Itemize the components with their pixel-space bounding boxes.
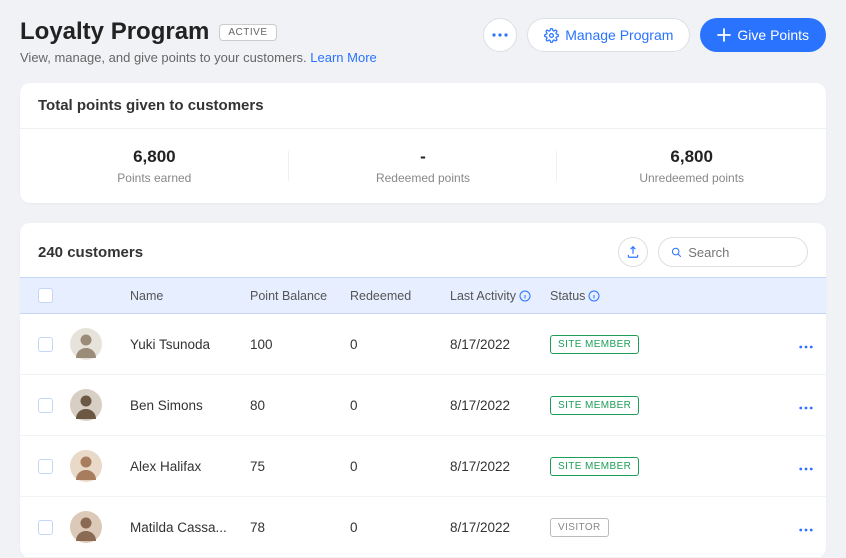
stat-unredeemed-points: 6,800 Unredeemed points xyxy=(557,147,826,185)
manage-program-button[interactable]: Manage Program xyxy=(527,18,690,52)
cell-status: SITE MEMBER xyxy=(550,457,680,476)
status-badge: ACTIVE xyxy=(219,24,276,41)
select-all-checkbox[interactable] xyxy=(38,288,53,303)
cell-status: SITE MEMBER xyxy=(550,396,680,415)
cell-name: Ben Simons xyxy=(130,398,250,413)
row-more-button[interactable] xyxy=(786,398,826,413)
row-checkbox[interactable] xyxy=(38,520,53,535)
search-input-wrap[interactable] xyxy=(658,237,808,267)
avatar xyxy=(70,450,102,482)
column-name[interactable]: Name xyxy=(130,289,250,303)
cell-balance: 75 xyxy=(250,459,350,474)
gear-icon xyxy=(544,28,559,43)
table-row[interactable]: Ben Simons 80 0 8/17/2022 SITE MEMBER xyxy=(20,375,826,436)
ellipsis-icon xyxy=(799,528,813,532)
customers-table-card: 240 customers Name Point Balance Redeeme… xyxy=(20,223,826,558)
cell-balance: 100 xyxy=(250,337,350,352)
avatar xyxy=(70,389,102,421)
column-redeemed[interactable]: Redeemed xyxy=(350,289,450,303)
customer-count: 240 customers xyxy=(38,244,143,261)
table-row[interactable]: Matilda Cassa... 78 0 8/17/2022 VISITOR xyxy=(20,497,826,558)
plus-icon xyxy=(717,28,731,42)
learn-more-link[interactable]: Learn More xyxy=(310,50,376,65)
stats-card: Total points given to customers 6,800 Po… xyxy=(20,83,826,203)
row-more-button[interactable] xyxy=(786,337,826,352)
cell-name: Alex Halifax xyxy=(130,459,250,474)
cell-status: SITE MEMBER xyxy=(550,335,680,354)
row-more-button[interactable] xyxy=(786,459,826,474)
table-row[interactable]: Yuki Tsunoda 100 0 8/17/2022 SITE MEMBER xyxy=(20,314,826,375)
cell-balance: 78 xyxy=(250,520,350,535)
cell-status: VISITOR xyxy=(550,518,680,537)
stat-redeemed-points: - Redeemed points xyxy=(289,147,558,185)
table-body: Yuki Tsunoda 100 0 8/17/2022 SITE MEMBER… xyxy=(20,314,826,558)
page-subtitle: View, manage, and give points to your cu… xyxy=(20,50,377,65)
search-input[interactable] xyxy=(688,245,795,260)
cell-last-activity: 8/17/2022 xyxy=(450,337,550,352)
info-icon xyxy=(588,290,600,302)
cell-balance: 80 xyxy=(250,398,350,413)
cell-name: Yuki Tsunoda xyxy=(130,337,250,352)
cell-redeemed: 0 xyxy=(350,459,450,474)
page-title: Loyalty Program xyxy=(20,18,209,46)
cell-last-activity: 8/17/2022 xyxy=(450,459,550,474)
row-checkbox[interactable] xyxy=(38,459,53,474)
row-checkbox[interactable] xyxy=(38,337,53,352)
ellipsis-icon xyxy=(492,33,508,37)
cell-redeemed: 0 xyxy=(350,337,450,352)
stat-points-earned: 6,800 Points earned xyxy=(20,147,289,185)
cell-name: Matilda Cassa... xyxy=(130,520,250,535)
cell-last-activity: 8/17/2022 xyxy=(450,520,550,535)
cell-redeemed: 0 xyxy=(350,520,450,535)
stats-card-title: Total points given to customers xyxy=(20,83,826,129)
more-actions-button[interactable] xyxy=(483,18,517,52)
search-icon xyxy=(671,246,682,259)
row-more-button[interactable] xyxy=(786,520,826,535)
avatar xyxy=(70,511,102,543)
export-button[interactable] xyxy=(618,237,648,267)
column-balance[interactable]: Point Balance xyxy=(250,289,350,303)
give-points-button[interactable]: Give Points xyxy=(700,18,826,52)
page-header: Loyalty Program ACTIVE View, manage, and… xyxy=(20,18,826,65)
cell-redeemed: 0 xyxy=(350,398,450,413)
export-icon xyxy=(626,245,640,259)
table-header: Name Point Balance Redeemed Last Activit… xyxy=(20,277,826,314)
cell-last-activity: 8/17/2022 xyxy=(450,398,550,413)
ellipsis-icon xyxy=(799,467,813,471)
ellipsis-icon xyxy=(799,345,813,349)
ellipsis-icon xyxy=(799,406,813,410)
info-icon xyxy=(519,290,531,302)
table-row[interactable]: Alex Halifax 75 0 8/17/2022 SITE MEMBER xyxy=(20,436,826,497)
column-status[interactable]: Status xyxy=(550,289,680,303)
row-checkbox[interactable] xyxy=(38,398,53,413)
column-last-activity[interactable]: Last Activity xyxy=(450,289,550,303)
avatar xyxy=(70,328,102,360)
